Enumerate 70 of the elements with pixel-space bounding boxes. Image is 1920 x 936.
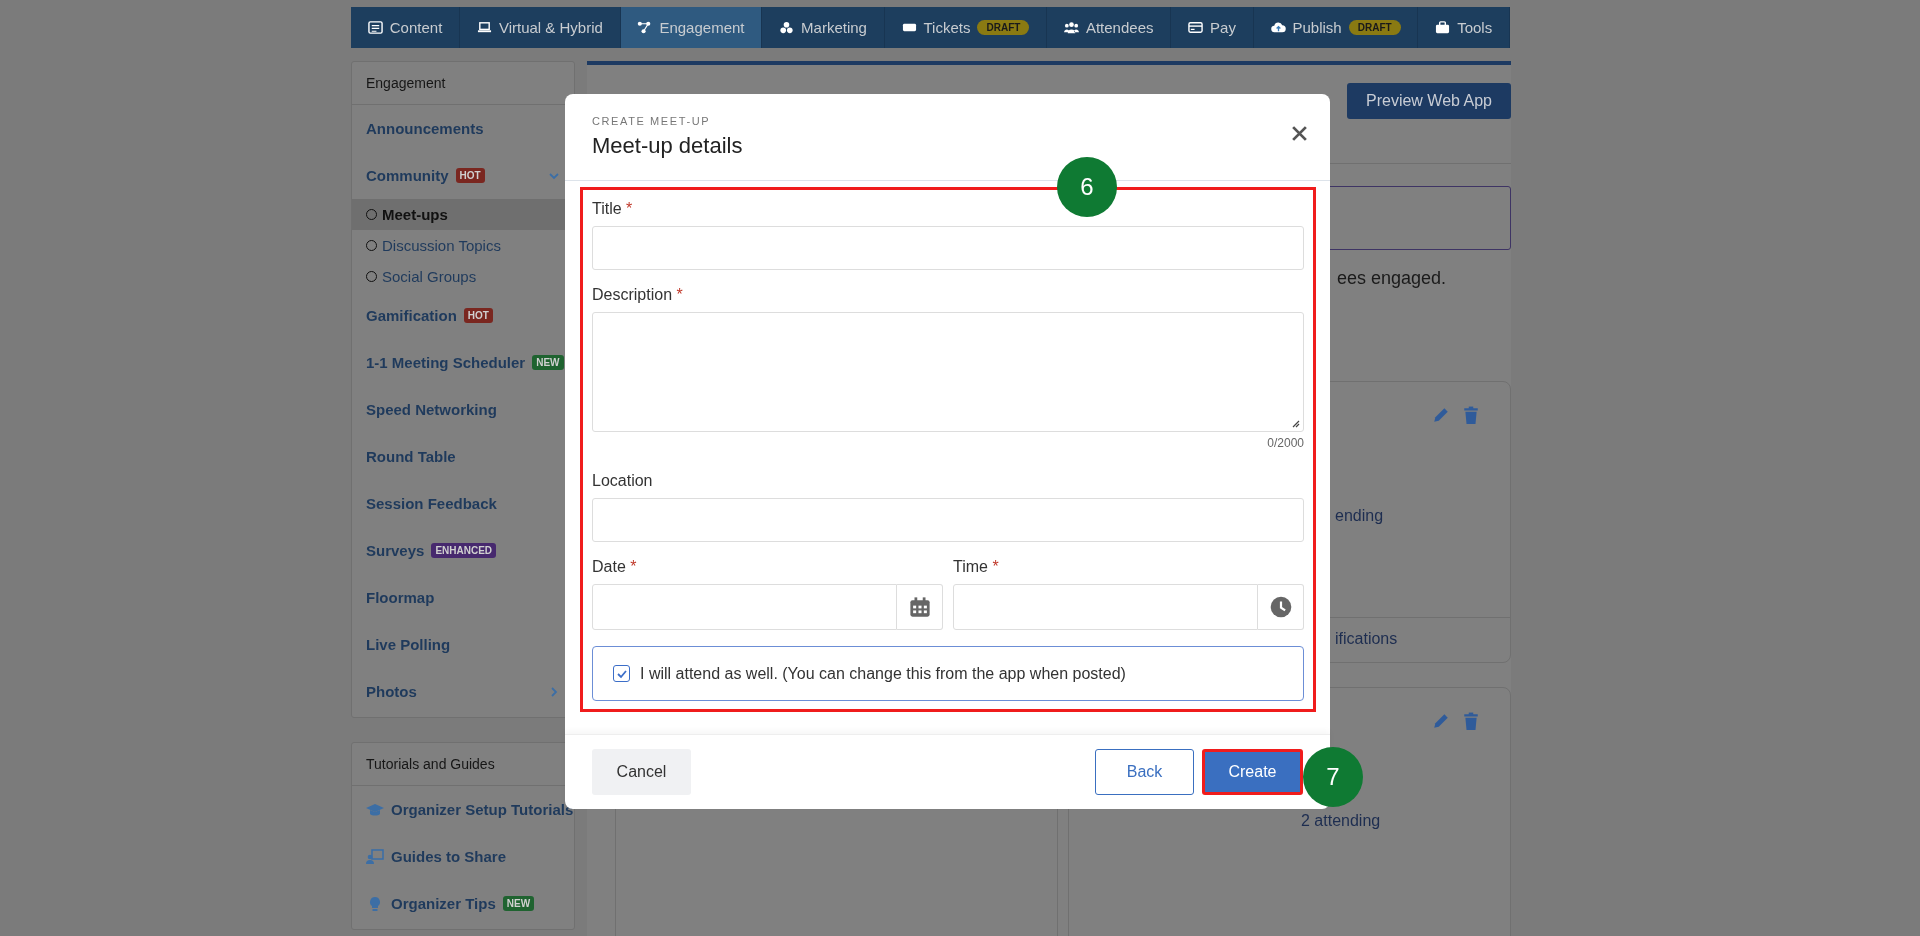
list-icon [367,20,383,35]
nav-tab[interactable]: Publish DRAFT [1253,7,1419,48]
draft-badge: DRAFT [1348,20,1401,35]
status-badge: NEW [502,896,535,911]
edit-icon[interactable] [1432,712,1450,730]
nav-tab[interactable]: Attendees [1047,7,1172,48]
chevron-icon[interactable] [548,685,560,698]
modal-title: Meet-up details [592,133,743,159]
people-icon [1063,20,1079,35]
cloud-upload-icon [1270,20,1286,35]
attending-text: 2 attending [1301,812,1381,829]
back-button[interactable]: Back [1095,749,1194,795]
field-label: Location [592,472,654,490]
create-button[interactable]: Create [1202,749,1303,795]
cubes-icon [779,20,795,35]
delete-icon[interactable] [1462,406,1480,424]
edit-icon[interactable] [1432,406,1450,424]
intro-text: ees engaged. [1337,268,1447,288]
cancel-button[interactable]: Cancel [592,749,691,795]
status-badge: HOT [463,308,493,323]
checkbox[interactable] [613,665,630,682]
attending-text: ending [1335,507,1384,524]
sidebar-item[interactable]: Surveys ENHANCED [352,527,574,574]
field-label: Time * [953,558,1000,576]
presenter-icon [366,848,384,865]
sidebar-item[interactable]: 1-1 Meeting Scheduler NEW [352,339,574,386]
time-field[interactable] [953,584,1258,630]
sidebar-subitem[interactable]: Discussion Topics [352,230,574,261]
nav-tab[interactable]: Tools [1418,7,1510,48]
notifications-link[interactable]: ifications [1335,630,1398,647]
nav-tab[interactable]: Virtual & Hybrid [460,7,621,48]
graduation-cap-icon [366,801,384,818]
status-badge: HOT [455,168,485,183]
toolbox-icon [1435,20,1451,35]
date-field[interactable] [592,584,897,630]
sidebar-item[interactable]: Guides to Share [352,833,574,880]
picker-button[interactable] [897,584,943,630]
resize-grip-icon[interactable] [1290,418,1300,428]
nav-tab[interactable]: Engagement [620,7,763,48]
character-counter: 0/2000 [1266,436,1304,450]
sidebar-subitem[interactable]: Social Groups [352,261,574,292]
sidebar-item[interactable]: Gamification HOT [352,292,574,339]
nav-tab[interactable]: Pay [1171,7,1254,48]
field-label: Date * [592,558,638,576]
card-icon [1188,20,1204,35]
close-icon[interactable] [1291,125,1308,142]
sidebar-item[interactable]: Photos [352,668,574,715]
nav-tab[interactable]: Content [351,7,461,48]
status-badge: NEW [532,355,564,370]
delete-icon[interactable] [1462,712,1480,730]
picker-button[interactable] [1258,584,1304,630]
calendar-icon [908,596,931,618]
draft-badge: DRAFT [977,20,1030,35]
laptop-icon [476,20,492,35]
attend-checkbox-row[interactable]: I will attend as well. (You can change this from the app when posted) [592,646,1304,701]
status-badge: ENHANCED [431,543,497,558]
field-label: Title * [592,200,634,218]
nav-tab[interactable]: Marketing [762,7,885,48]
modal-eyebrow: CREATE MEET-UP [592,115,712,127]
description-field[interactable] [592,312,1304,432]
text-field[interactable] [592,226,1304,270]
text-field[interactable] [592,498,1304,542]
preview-web-app-button[interactable]: Preview Web App [1347,83,1511,119]
nav-tab[interactable]: Tickets DRAFT [884,7,1048,48]
nodes-icon [637,20,653,35]
field-label: Description * [592,286,684,304]
clock-icon [1269,596,1292,618]
sidebar-item[interactable]: Organizer Tips NEW [352,880,574,927]
sidebar-item[interactable]: Community HOT [352,152,574,199]
sidebar-item[interactable]: Organizer Setup Tutorials [352,786,574,833]
